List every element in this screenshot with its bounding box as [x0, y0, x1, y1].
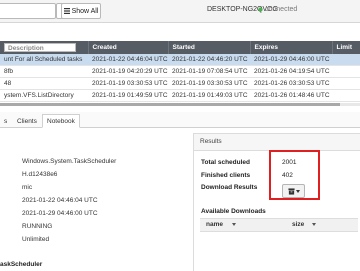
hunt-details-panel: Windows.System.TaskScheduler H.d12438e6 … — [0, 132, 188, 270]
sort-icon[interactable] — [232, 223, 236, 226]
column-started[interactable]: Started — [168, 41, 251, 54]
detail-limit: Unlimited — [22, 236, 50, 243]
sort-icon[interactable] — [312, 223, 316, 226]
hunt-expires: 2021-01-26 03:30:53 UTC — [250, 77, 332, 90]
total-scheduled-label: Total scheduled — [201, 159, 250, 166]
show-all-label: Show All — [71, 7, 99, 15]
hunt-limit — [332, 65, 360, 78]
column-description[interactable]: Description — [0, 41, 89, 54]
table-row[interactable]: ystem.VFS.ListDirectory 2021-01-19 01:49… — [0, 89, 360, 102]
connection-status: connected — [265, 6, 298, 13]
detail-created: 2021-01-22 04:46:04 UTC — [22, 197, 98, 204]
detail-expires: 2021-01-29 04:46:00 UTC — [22, 210, 98, 217]
column-created[interactable]: Created — [88, 41, 169, 54]
hunt-expires: 2021-01-26 01:48:46 UTC — [250, 89, 332, 102]
hunt-description: 8fb — [0, 65, 88, 78]
tab-clients[interactable]: Clients — [13, 115, 41, 127]
hunt-expires: 2021-01-29 04:46:00 UTC — [250, 54, 332, 66]
description-filter-input[interactable]: Description — [4, 43, 76, 52]
search-input[interactable] — [0, 3, 56, 19]
table-header-row: Description Created Started Expires Limi… — [0, 41, 360, 54]
hunts-table: Description Created Started Expires Limi… — [0, 41, 360, 102]
download-results-button[interactable] — [282, 184, 305, 198]
results-title: Results — [200, 138, 222, 145]
table-row[interactable]: unt For all Scheduled tasks 2021-01-22 0… — [0, 54, 360, 66]
download-results-label: Download Results — [201, 184, 258, 191]
hunt-created: 2021-01-19 04:20:29 UTC — [88, 65, 168, 78]
hunt-limit — [332, 77, 360, 90]
finished-clients-label: Finished clients — [201, 172, 251, 179]
hunt-created: 2021-01-22 04:46:04 UTC — [88, 54, 168, 66]
hunt-limit — [332, 89, 360, 102]
hunt-started: 2021-01-19 07:08:54 UTC — [168, 65, 250, 78]
hunt-started: 2021-01-22 04:46:20 UTC — [168, 54, 250, 66]
archive-icon — [287, 187, 295, 195]
caret-down-icon — [295, 189, 300, 193]
connected-status-icon — [258, 7, 263, 12]
detail-state: RUNNING — [22, 223, 53, 230]
hunt-description: unt For all Scheduled tasks — [0, 54, 88, 66]
top-toolbar: Show All DESKTOP-NG2QVOG connected — [0, 0, 360, 23]
hunt-started: 2021-01-19 03:30:53 UTC — [168, 77, 250, 90]
detail-tabs: s Clients Notebook — [0, 112, 360, 128]
results-panel: Results Total scheduled 2001 Finished cl… — [193, 133, 360, 271]
horizontal-scrollbar[interactable] — [0, 103, 360, 106]
task-scheduler-heading: askScheduler — [0, 261, 43, 268]
hunt-description: 48 — [0, 77, 88, 90]
hunt-limit — [332, 54, 360, 66]
scrollbar-thumb[interactable] — [0, 103, 340, 106]
table-row[interactable]: 48 2021-01-19 03:30:53 UTC 2021-01-19 03… — [0, 77, 360, 90]
hunt-created: 2021-01-19 01:49:59 UTC — [88, 89, 168, 102]
tab-notebook[interactable]: Notebook — [42, 114, 80, 128]
detail-artifact: Windows.System.TaskScheduler — [22, 158, 117, 165]
results-header: Results — [194, 134, 360, 151]
detail-hunt-id: H.d12438e6 — [22, 171, 58, 178]
column-name[interactable]: name — [206, 221, 223, 228]
column-limit[interactable]: Limit — [332, 41, 360, 54]
downloads-table-header: name size — [200, 218, 358, 232]
list-icon — [63, 8, 70, 14]
column-size[interactable]: size — [292, 221, 304, 228]
table-row[interactable]: 8fb 2021-01-19 04:20:29 UTC 2021-01-19 0… — [0, 65, 360, 78]
available-downloads-heading: Available Downloads — [201, 208, 266, 215]
tab-overview[interactable]: s — [0, 115, 11, 127]
show-all-button[interactable]: Show All — [61, 3, 101, 19]
hunt-started: 2021-01-19 01:49:03 UTC — [168, 89, 250, 102]
hunt-created: 2021-01-19 03:30:53 UTC — [88, 77, 168, 90]
hunt-expires: 2021-01-26 04:19:54 UTC — [250, 65, 332, 78]
column-expires[interactable]: Expires — [250, 41, 333, 54]
detail-creator: mic — [22, 184, 33, 191]
hunt-description: ystem.VFS.ListDirectory — [0, 89, 88, 102]
